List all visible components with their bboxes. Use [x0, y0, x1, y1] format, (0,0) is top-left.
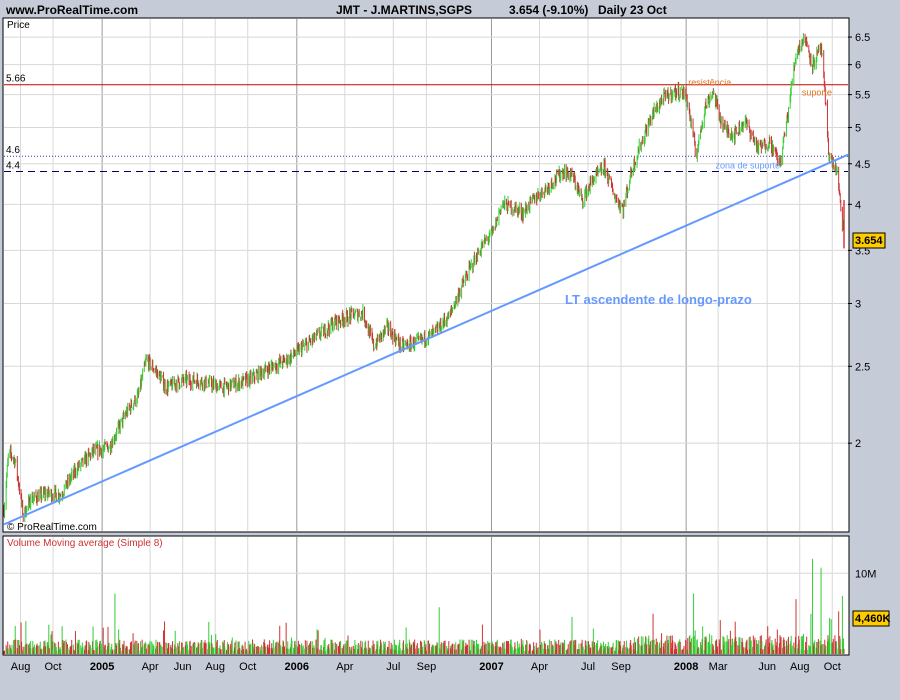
x-tick-label: 2007: [479, 661, 503, 673]
x-tick-label: Oct: [239, 661, 256, 673]
level-label: 4.6: [6, 145, 20, 156]
x-tick-label: Jul: [581, 661, 595, 673]
x-axis: Aug Oct 2005 Apr Jun Aug Oct 2006 Apr Jul Sep 2007 A…: [11, 661, 841, 673]
x-tick-label: Jul: [386, 661, 400, 673]
chart-canvas: www.ProRealTime.com JMT - J.MARTINS,SGPS…: [2, 3, 891, 673]
x-tick-label: Sep: [417, 661, 437, 673]
watermark: © ProRealTime.com: [7, 522, 97, 533]
y-tick-label: 6: [855, 60, 861, 72]
x-tick-label: Apr: [336, 661, 353, 673]
x-tick-label: Apr: [142, 661, 159, 673]
instrument-name: JMT - J.MARTINS,SGPS: [336, 3, 472, 17]
x-tick-label: Sep: [611, 661, 631, 673]
y-tick-label: 3: [855, 298, 861, 310]
y-tick-label: 2: [855, 438, 861, 450]
price-axis-title: Price: [7, 20, 30, 31]
y-tick-label: 2.5: [855, 361, 870, 373]
y-tick-label: 5.5: [855, 90, 870, 102]
x-tick-label: 2006: [285, 661, 309, 673]
last-volume-badge: 4,460K: [855, 613, 891, 625]
y-tick-label: 5: [855, 122, 861, 134]
y-tick-label: 4: [855, 199, 861, 211]
volume-panel-title: Volume Moving average (Simple 8): [7, 538, 163, 549]
trendline-label: LT ascendente de longo-prazo: [565, 292, 752, 307]
x-tick-label: Oct: [45, 661, 62, 673]
x-tick-label: Oct: [824, 661, 841, 673]
x-tick-label: Mar: [709, 661, 728, 673]
y-tick-label: 6.5: [855, 32, 870, 44]
site-url[interactable]: www.ProRealTime.com: [5, 3, 138, 17]
level-label: 4.4: [6, 161, 20, 172]
annotation-label: suporte: [802, 88, 832, 98]
volume-y-tick-label: 10M: [855, 568, 876, 580]
level-label: 5.66: [6, 74, 26, 85]
last-price-badge: 3.654: [855, 235, 883, 247]
x-tick-label: Aug: [205, 661, 225, 673]
x-tick-label: 2005: [90, 661, 114, 673]
period-label: Daily 23 Oct: [598, 3, 667, 17]
x-tick-label: Jun: [174, 661, 192, 673]
x-tick-label: Jun: [758, 661, 776, 673]
x-tick-label: Apr: [531, 661, 548, 673]
volume-y-axis: 10M: [855, 568, 876, 580]
y-tick-label: 4.5: [855, 159, 870, 171]
annotation-label: zona de suporte: [715, 161, 780, 171]
annotation-label: resistência: [688, 78, 731, 88]
quote-value: 3.654 (-9.10%): [509, 3, 588, 17]
x-tick-label: Aug: [11, 661, 31, 673]
x-tick-label: 2008: [674, 661, 698, 673]
x-tick-label: Aug: [790, 661, 810, 673]
